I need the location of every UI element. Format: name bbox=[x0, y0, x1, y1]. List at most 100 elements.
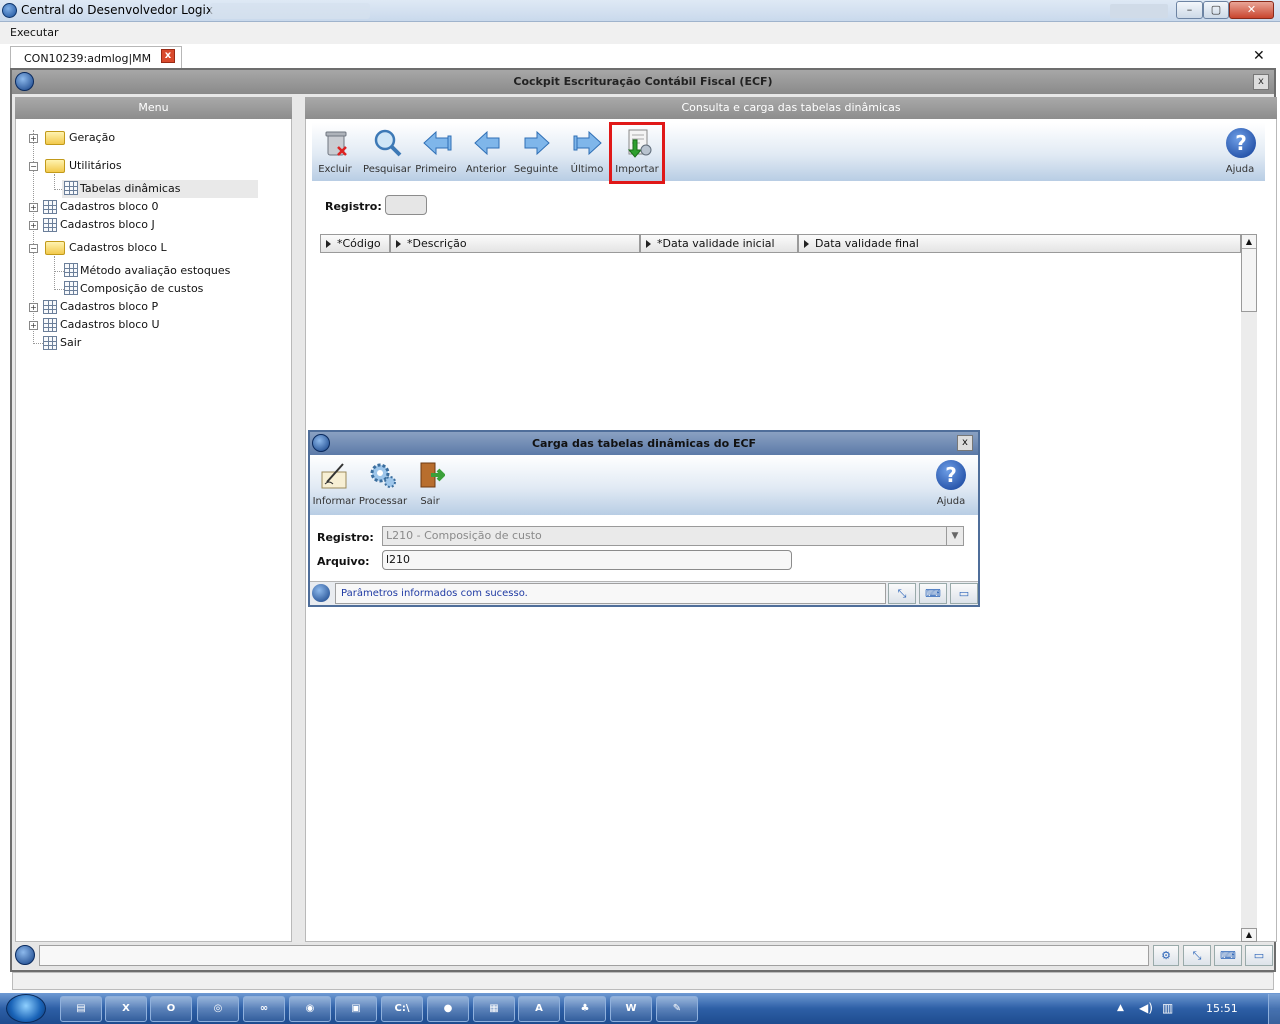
file-explorer-icon[interactable]: ▤ bbox=[60, 996, 102, 1022]
document-tab[interactable]: CON10239:admlog|MM bbox=[10, 46, 182, 68]
expand-icon[interactable]: + bbox=[29, 203, 38, 212]
table-icon bbox=[43, 336, 57, 350]
sair-button[interactable]: Sair bbox=[407, 458, 453, 510]
network-icon[interactable]: ▥ bbox=[1162, 1001, 1173, 1015]
panel-title: Consulta e carga das tabelas dinâmicas bbox=[305, 97, 1277, 119]
app-icon[interactable]: ▦ bbox=[473, 996, 515, 1022]
table-icon bbox=[43, 200, 57, 214]
keyboard-icon[interactable]: ⌨ bbox=[919, 583, 947, 604]
ajuda-button[interactable]: ? Ajuda bbox=[1217, 126, 1263, 178]
window-title-bar: Central do Desenvolvedor Logix – ▢ ✕ bbox=[0, 0, 1280, 22]
scroll-up-icon[interactable]: ▲ bbox=[1242, 235, 1256, 249]
next-arrow-icon bbox=[524, 130, 550, 156]
chrome-icon[interactable]: ◎ bbox=[197, 996, 239, 1022]
seguinte-button[interactable]: Seguinte bbox=[513, 126, 559, 178]
column-header-data-validade-final[interactable]: Data validade final bbox=[798, 234, 1241, 253]
outlook-icon[interactable]: O bbox=[150, 996, 192, 1022]
arquivo-input[interactable]: l210 bbox=[382, 550, 792, 570]
registro-label: Registro: bbox=[325, 200, 382, 213]
tree-item-tabelas-dinamicas[interactable]: Tabelas dinâmicas bbox=[80, 180, 180, 198]
collapse-icon[interactable]: − bbox=[29, 162, 38, 171]
tree-item-utilitarios[interactable]: Utilitários bbox=[69, 157, 122, 175]
taskbar-clock[interactable]: 15:51 bbox=[1206, 1002, 1238, 1015]
blurred-area bbox=[1110, 4, 1168, 18]
tree-item-geracao[interactable]: Geração bbox=[69, 129, 115, 147]
bottom-strip bbox=[12, 972, 1274, 990]
gears-icon bbox=[370, 463, 396, 488]
informar-button[interactable]: Informar bbox=[311, 458, 357, 510]
app-icon[interactable]: ◉ bbox=[289, 996, 331, 1022]
tree-item-cadastros-bloco-0[interactable]: Cadastros bloco 0 bbox=[60, 198, 158, 216]
column-header-data-validade-inicial[interactable]: *Data validade inicial bbox=[640, 234, 798, 253]
ajuda-label: Ajuda bbox=[1225, 164, 1255, 175]
tree-item-cadastros-bloco-u[interactable]: Cadastros bloco U bbox=[60, 316, 160, 334]
close-tab-icon[interactable]: x bbox=[161, 49, 175, 63]
frame-close-button[interactable]: x bbox=[1253, 74, 1269, 90]
frame-logo-icon bbox=[15, 72, 34, 91]
tree-item-composicao-de-custos[interactable]: Composição de custos bbox=[80, 280, 203, 298]
column-header-codigo[interactable]: *Código bbox=[320, 234, 390, 253]
first-arrow-icon bbox=[423, 130, 452, 156]
column-header-descricao[interactable]: *Descrição bbox=[390, 234, 640, 253]
word-icon[interactable]: W bbox=[610, 996, 652, 1022]
infinity-app-icon[interactable]: ∞ bbox=[243, 996, 285, 1022]
volume-icon[interactable]: ◀) bbox=[1139, 1001, 1153, 1015]
resize-icon[interactable]: ⤡ bbox=[1183, 945, 1211, 966]
ultimo-button[interactable]: Último bbox=[564, 126, 610, 178]
tree-item-cadastros-bloco-l[interactable]: Cadastros bloco L bbox=[69, 239, 167, 257]
grid-scrollbar[interactable]: ▲ bbox=[1241, 234, 1257, 312]
close-all-icon[interactable]: ✕ bbox=[1253, 48, 1265, 64]
tree-item-metodo-avaliacao-estoques[interactable]: Método avaliação estoques bbox=[80, 262, 230, 280]
excluir-button[interactable]: Excluir bbox=[312, 126, 358, 178]
menu-executar[interactable]: Executar bbox=[6, 26, 63, 39]
help-icon: ? bbox=[1226, 128, 1256, 158]
app-icon[interactable]: ▣ bbox=[335, 996, 377, 1022]
pdf-reader-icon[interactable]: A bbox=[518, 996, 560, 1022]
scroll-up-icon[interactable]: ▲ bbox=[1241, 928, 1257, 942]
close-window-button[interactable]: ✕ bbox=[1229, 1, 1274, 19]
table-icon bbox=[43, 218, 57, 232]
tree-line bbox=[33, 343, 43, 344]
excel-icon[interactable]: X bbox=[105, 996, 147, 1022]
panel-scrollbar[interactable] bbox=[1241, 312, 1257, 942]
dialog-status-message: Parâmetros informados com sucesso. bbox=[335, 583, 886, 604]
expand-icon[interactable]: + bbox=[29, 134, 38, 143]
edit-pen-icon bbox=[321, 463, 347, 489]
chevron-down-icon[interactable]: ▼ bbox=[946, 527, 963, 545]
tree-item-cadastros-bloco-j[interactable]: Cadastros bloco J bbox=[60, 216, 155, 234]
collapse-icon[interactable]: − bbox=[29, 244, 38, 253]
logix-app-icon[interactable]: ● bbox=[427, 996, 469, 1022]
pesquisar-button[interactable]: Pesquisar bbox=[363, 126, 411, 178]
settings-gear-icon[interactable]: ⚙ bbox=[1153, 945, 1179, 966]
keyboard-icon[interactable]: ⌨ bbox=[1214, 945, 1242, 966]
folder-icon bbox=[45, 131, 65, 145]
show-desktop-button[interactable] bbox=[1268, 994, 1280, 1024]
app-logo-icon bbox=[2, 3, 17, 18]
windows-start-icon[interactable] bbox=[6, 994, 46, 1023]
anterior-button[interactable]: Anterior bbox=[463, 126, 509, 178]
sair-label: Sair bbox=[420, 496, 440, 507]
message-icon[interactable]: ▭ bbox=[950, 583, 978, 604]
exit-door-icon bbox=[420, 462, 445, 488]
magnifier-icon bbox=[374, 129, 402, 157]
registro-input[interactable] bbox=[385, 195, 427, 215]
maximize-button[interactable]: ▢ bbox=[1203, 1, 1229, 19]
tree-item-sair[interactable]: Sair bbox=[60, 334, 81, 352]
primeiro-button[interactable]: Primeiro bbox=[413, 126, 459, 178]
minimize-button[interactable]: – bbox=[1176, 1, 1203, 19]
paint-icon[interactable]: ✎ bbox=[656, 996, 698, 1022]
dialog-close-button[interactable]: x bbox=[957, 435, 973, 451]
table-icon bbox=[64, 281, 78, 295]
table-icon bbox=[64, 263, 78, 277]
tree-item-cadastros-bloco-p[interactable]: Cadastros bloco P bbox=[60, 298, 158, 316]
dialog-ajuda-button[interactable]: ? Ajuda bbox=[928, 458, 974, 510]
expand-icon[interactable]: + bbox=[29, 221, 38, 230]
message-icon[interactable]: ▭ bbox=[1245, 945, 1273, 966]
resize-icon[interactable]: ⤡ bbox=[888, 583, 916, 604]
app-icon[interactable]: ♣ bbox=[564, 996, 606, 1022]
expand-icon[interactable]: + bbox=[29, 321, 38, 330]
expand-icon[interactable]: + bbox=[29, 303, 38, 312]
command-prompt-icon[interactable]: C:\ bbox=[381, 996, 423, 1022]
registro-select[interactable]: L210 - Composição de custo bbox=[382, 526, 964, 546]
tray-expand-icon[interactable]: ▲ bbox=[1117, 1003, 1124, 1013]
